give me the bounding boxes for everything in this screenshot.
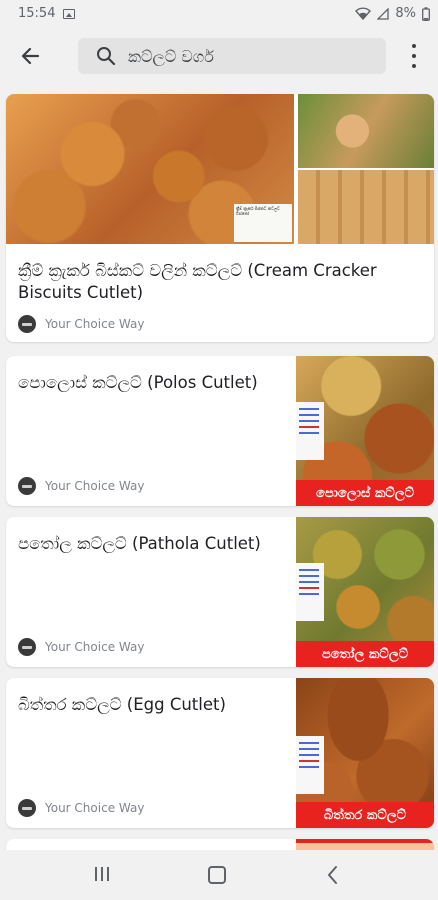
recents-icon: [95, 867, 97, 881]
status-time: 15:54: [18, 6, 56, 21]
recipe-note-image: [296, 563, 324, 621]
result-thumbnail[interactable]: පතෝල කට්ලට්: [296, 517, 434, 667]
source-avatar: [18, 799, 36, 817]
more-options-button[interactable]: [404, 44, 424, 68]
battery-icon: [422, 6, 430, 21]
source-avatar: [18, 315, 36, 333]
image-caption-banner: බිත්තර කට්ලට්: [296, 802, 434, 828]
source-name: Your Choice Way: [45, 801, 145, 815]
image-caption-banner: පතෝල කට්ලට්: [296, 641, 434, 667]
source-row: Your Choice Way: [18, 477, 144, 495]
result-title[interactable]: පොලොස් කට්ලට් (Polos Cutlet): [18, 372, 278, 394]
result-title[interactable]: බිත්තර කට්ලට් (Egg Cutlet): [18, 694, 278, 716]
image-caption-banner: පොලොස් කට්ලට්: [296, 480, 434, 506]
status-bar: 15:54 8%: [0, 0, 438, 28]
gallery-notification-icon: [63, 8, 76, 19]
source-row: Your Choice Way: [18, 315, 144, 333]
result-thumbnail[interactable]: [296, 839, 434, 850]
home-button[interactable]: [208, 866, 226, 884]
source-name: Your Choice Way: [45, 317, 145, 331]
source-avatar: [18, 477, 36, 495]
search-icon: [97, 47, 116, 66]
result-card[interactable]: [6, 839, 434, 850]
recipe-note-image: [296, 736, 324, 794]
signal-icon: [377, 7, 390, 20]
result-thumbnail[interactable]: බිත්තර කට්ලට්: [296, 678, 434, 828]
app-bar: කට්ලට් වර්ග: [0, 28, 438, 84]
arrow-back-icon: [21, 47, 40, 65]
result-thumbnail[interactable]: පොලොස් කට්ලට්: [296, 356, 434, 506]
cutlet-plate-image: [298, 94, 434, 168]
result-card[interactable]: ක්‍රීම් ක්‍රැකර් බිස්කට් කට්ලට් විස්කෝ ක…: [6, 94, 434, 342]
status-right: 8%: [355, 6, 430, 21]
source-name: Your Choice Way: [45, 640, 145, 654]
more-vert-icon: [412, 44, 416, 48]
back-button[interactable]: [16, 42, 46, 70]
status-left: 15:54: [18, 6, 76, 21]
result-card[interactable]: පතෝල කට්ලට් (Pathola Cutlet) Your Choice…: [6, 517, 434, 667]
search-query: කට්ලට් වර්ග: [128, 47, 214, 66]
cutlet-tray-image: [298, 170, 434, 244]
result-card[interactable]: බිත්තර කට්ලට් (Egg Cutlet) Your Choice W…: [6, 678, 434, 828]
recipe-note-image: [296, 402, 324, 460]
source-row: Your Choice Way: [18, 638, 144, 656]
system-nav-bar: [0, 850, 438, 900]
recent-apps-button[interactable]: [95, 867, 109, 881]
results-feed[interactable]: ක්‍රීම් ක්‍රැකර් බිස්කට් කට්ලට් විස්කෝ ක…: [0, 84, 438, 850]
wifi-icon: [355, 7, 372, 20]
source-name: Your Choice Way: [45, 479, 145, 493]
search-bar[interactable]: කට්ලට් වර්ග: [78, 38, 386, 74]
result-title[interactable]: පතෝල කට්ලට් (Pathola Cutlet): [18, 533, 278, 555]
recipe-note-image: ක්‍රීම් ක්‍රැකර් බිස්කට් කට්ලට් විස්කෝ: [234, 204, 292, 242]
source-avatar: [18, 638, 36, 656]
nav-back-button[interactable]: [326, 865, 338, 885]
result-title[interactable]: ක්‍රීම් ක්‍රැකර් බිස්කට් වලින් කට්ලට් (C…: [18, 260, 418, 304]
result-card[interactable]: පොලොස් කට්ලට් (Polos Cutlet) Your Choice…: [6, 356, 434, 506]
source-row: Your Choice Way: [18, 799, 144, 817]
battery-percent: 8%: [395, 6, 416, 21]
